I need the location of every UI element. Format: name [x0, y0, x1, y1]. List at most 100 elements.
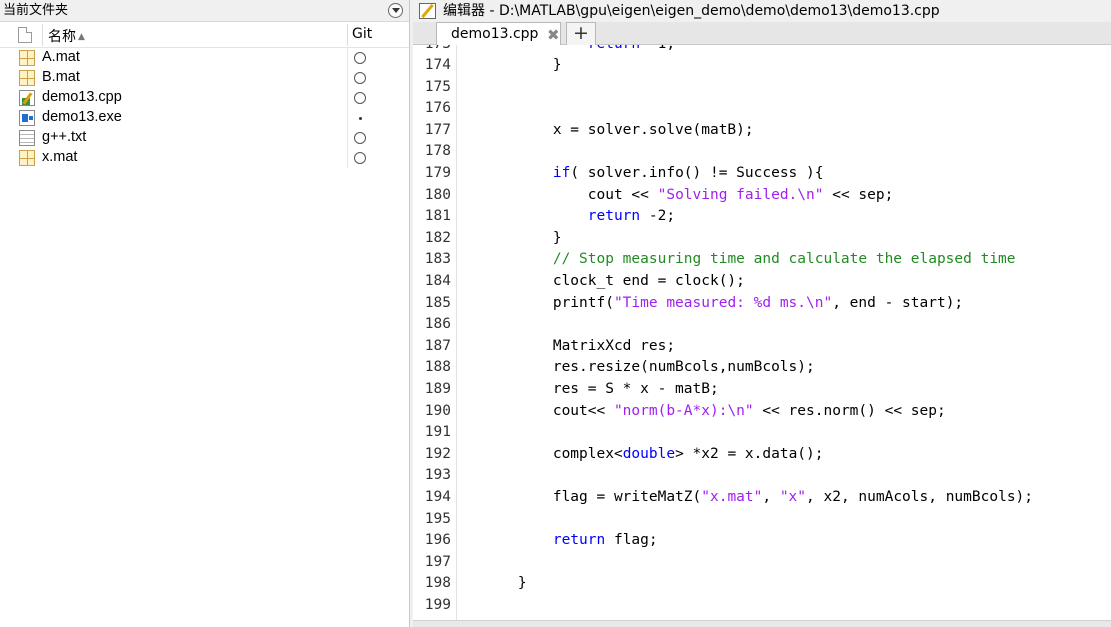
line-number: 187 [424, 337, 451, 354]
code-keyword: double [622, 445, 676, 462]
code-token: res = S * x - matB; [483, 381, 719, 397]
code-token: , end - start); [832, 294, 964, 311]
code-token: MatrixXcd res; [483, 337, 676, 354]
code-string: "Time measured: %d ms.\n" [613, 294, 833, 311]
code-token: x = solver.solve(matB); [483, 121, 754, 138]
line-number: 183 [424, 251, 451, 268]
code-line[interactable]: 189 res = S * x - matB; [413, 379, 1111, 401]
code-token: clock_t end = clock(); [483, 273, 745, 290]
file-list-header: 名称 ▲ Git [0, 22, 409, 48]
git-status-circle-icon [354, 132, 366, 144]
git-column-header[interactable]: Git [352, 26, 372, 42]
git-status-circle-icon [354, 152, 366, 164]
line-number: 185 [424, 294, 451, 311]
code-line[interactable]: 175 [413, 77, 1111, 99]
code-line[interactable]: 196 return flag; [413, 530, 1111, 552]
column-divider [347, 108, 348, 128]
code-line[interactable]: 174 } [413, 55, 1111, 77]
line-number: 193 [424, 467, 451, 484]
code-line[interactable]: 192 complex<double> *x2 = x.data(); [413, 444, 1111, 466]
code-line[interactable]: 179 if( solver.info() != Success ){ [413, 163, 1111, 185]
file-row[interactable]: B.mat [0, 68, 409, 88]
file-row[interactable]: A.mat [0, 48, 409, 68]
mat-file-icon [19, 150, 35, 166]
code-line[interactable]: 176 [413, 98, 1111, 120]
code-token: cout << [483, 186, 658, 203]
code-token: } [483, 57, 562, 74]
code-token: } [483, 229, 562, 246]
file-row[interactable]: x.mat [0, 148, 409, 168]
code-line[interactable]: 188 res.resize(numBcols,numBcols); [413, 357, 1111, 379]
add-tab-button[interactable]: + [566, 22, 596, 45]
code-line[interactable]: 197 [413, 552, 1111, 574]
code-keyword: return [587, 208, 641, 225]
code-line[interactable]: 198 } [413, 573, 1111, 595]
line-number: 191 [424, 424, 451, 441]
code-text: if( solver.info() != Success ){ [483, 163, 824, 185]
file-list: A.mat B.mat demo13.cpp demo13.exe g++.txt x.m… [0, 48, 409, 168]
code-token: cout<< [483, 402, 614, 419]
code-string: "norm(b-A*x):\n" [613, 402, 754, 419]
line-number: 182 [424, 229, 451, 246]
line-number: 184 [424, 273, 451, 290]
line-number: 177 [424, 121, 451, 138]
code-text: clock_t end = clock(); [483, 271, 745, 293]
code-line[interactable]: 187 MatrixXcd res; [413, 336, 1111, 358]
cpp-file-icon [19, 90, 35, 106]
code-line[interactable]: 184 clock_t end = clock(); [413, 271, 1111, 293]
line-number: 175 [424, 78, 451, 95]
code-line[interactable]: 181 return -2; [413, 206, 1111, 228]
name-column-header[interactable]: 名称 ▲ [48, 26, 85, 46]
code-text: return flag; [483, 530, 658, 552]
code-text: flag = writeMatZ("x.mat", "x", x2, numAc… [483, 487, 1033, 509]
panel-menu-chevron-icon[interactable] [388, 3, 403, 18]
code-line[interactable]: 180 cout << "Solving failed.\n" << sep; [413, 185, 1111, 207]
code-text: return -1; [483, 45, 675, 55]
column-divider [347, 128, 348, 148]
current-folder-title: 当前文件夹 [3, 3, 69, 18]
tab-demo13-cpp[interactable]: demo13.cpp ✖ [436, 22, 561, 45]
code-editor[interactable]: 173 return -1;174 }175 176177 x = solver.… [413, 45, 1111, 620]
line-number: 199 [424, 596, 451, 613]
code-line[interactable]: 178 [413, 141, 1111, 163]
file-row[interactable]: demo13.exe [0, 108, 409, 128]
txt-file-icon [19, 130, 35, 146]
code-line[interactable]: 185 printf("Time measured: %d ms.\n", en… [413, 293, 1111, 315]
code-line[interactable]: 183 // Stop measuring time and calculate… [413, 249, 1111, 271]
code-keyword: if [552, 165, 571, 182]
code-line[interactable]: 177 x = solver.solve(matB); [413, 120, 1111, 142]
code-line[interactable]: 173 return -1; [413, 45, 1111, 55]
git-status-circle-icon [354, 92, 366, 104]
code-text: complex<double> *x2 = x.data(); [483, 444, 824, 466]
code-text: } [483, 573, 527, 595]
code-line[interactable]: 186 [413, 314, 1111, 336]
code-token: , [762, 488, 780, 505]
code-line[interactable]: 182 } [413, 228, 1111, 250]
code-line[interactable]: 195 [413, 509, 1111, 531]
file-row[interactable]: demo13.cpp [0, 88, 409, 108]
code-line[interactable]: 194 flag = writeMatZ("x.mat", "x", x2, n… [413, 487, 1111, 509]
line-number: 194 [424, 488, 451, 505]
line-number: 173 [413, 45, 451, 55]
code-line[interactable]: 190 cout<< "norm(b-A*x):\n" << res.norm(… [413, 401, 1111, 423]
code-line[interactable]: 193 [413, 465, 1111, 487]
column-divider[interactable] [347, 24, 348, 46]
code-line[interactable]: 191 [413, 422, 1111, 444]
code-token: } [483, 575, 527, 592]
code-token: flag = writeMatZ( [483, 488, 702, 505]
editor-pencil-icon [419, 3, 436, 19]
line-number: 179 [424, 165, 451, 182]
line-number: 195 [424, 510, 451, 527]
close-tab-icon[interactable]: ✖ [547, 24, 560, 46]
git-status-circle-icon [354, 52, 366, 64]
code-token: << res.norm() << sep; [753, 402, 946, 419]
code-line[interactable]: 199 [413, 595, 1111, 617]
code-text: printf("Time measured: %d ms.\n", end - … [483, 293, 963, 315]
column-divider[interactable] [42, 24, 43, 46]
file-row[interactable]: g++.txt [0, 128, 409, 148]
code-token: printf( [483, 294, 614, 311]
code-keyword: return [552, 532, 606, 549]
line-number: 192 [424, 445, 451, 462]
horizontal-scrollbar[interactable] [413, 620, 1111, 627]
